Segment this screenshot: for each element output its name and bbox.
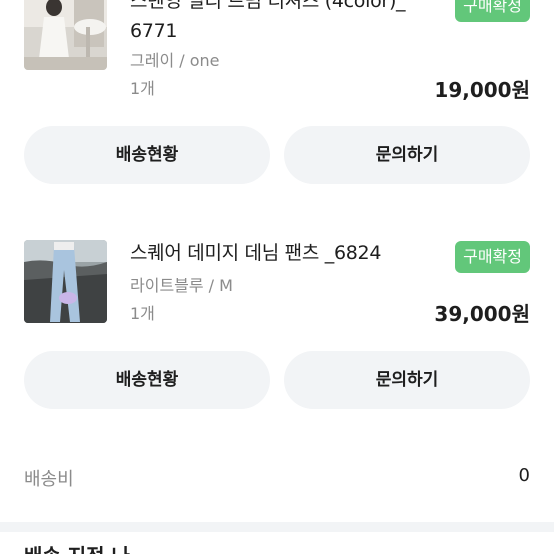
status-badge: 구매확정 xyxy=(455,241,530,273)
product-quantity: 1개 xyxy=(130,304,155,323)
product-name-line1: 스텐영 별리 르덤 티셔즈 (4color)_ xyxy=(130,0,406,12)
product-price: 39,000원 xyxy=(434,302,530,326)
shipping-fee-row: 배송비 0 xyxy=(0,455,554,499)
inquiry-button[interactable]: 문의하기 xyxy=(284,351,530,409)
shipping-fee-value: 0 xyxy=(518,465,530,486)
inquiry-button[interactable]: 문의하기 xyxy=(284,126,530,184)
product-name[interactable]: 스텐영 별리 르덤 티셔즈 (4color)_ 6771 xyxy=(130,0,406,46)
product-name-line2: 6771 xyxy=(130,20,178,42)
delivery-status-button[interactable]: 배송현황 xyxy=(24,126,270,184)
delivery-status-button[interactable]: 배송현황 xyxy=(24,351,270,409)
shipping-fee-label: 배송비 xyxy=(24,469,74,490)
product-quantity: 1개 xyxy=(130,79,155,98)
section-title: 배송 지정 나 xyxy=(24,540,130,554)
product-thumbnail[interactable] xyxy=(24,0,107,70)
product-photo-icon xyxy=(24,0,107,70)
product-option: 라이트블루 / M xyxy=(130,276,233,295)
product-price: 19,000원 xyxy=(434,78,530,102)
product-name[interactable]: 스퀘어 데미지 데님 팬츠 _6824 xyxy=(130,238,381,268)
product-photo-icon xyxy=(24,240,107,323)
product-option: 그레이 / one xyxy=(130,51,220,70)
section-divider xyxy=(0,522,554,532)
product-thumbnail[interactable] xyxy=(24,240,107,323)
product-name-line1: 스퀘어 데미지 데님 팬츠 _6824 xyxy=(130,242,382,264)
status-badge: 구매확정 xyxy=(455,0,530,22)
